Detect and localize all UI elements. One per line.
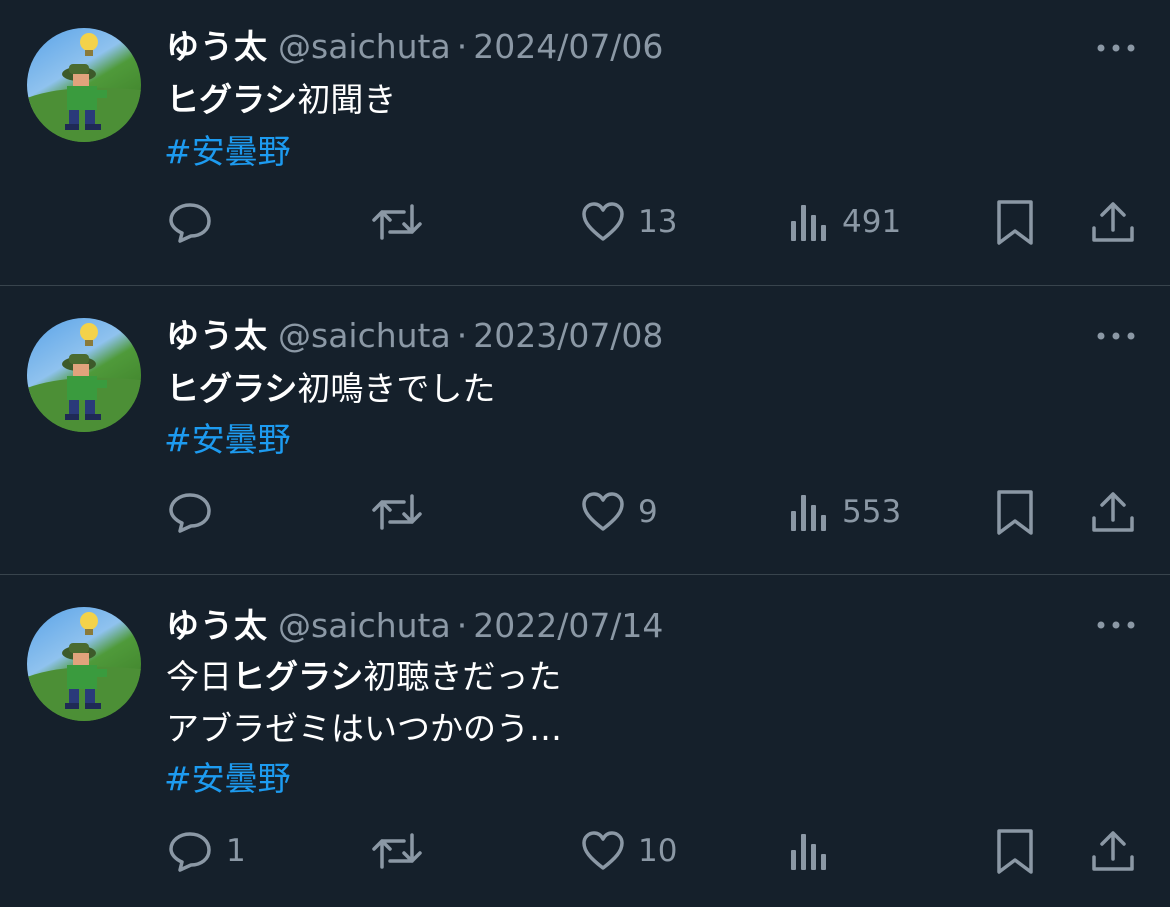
user-handle[interactable]: @saichuta: [278, 606, 451, 645]
retweet-icon: [372, 494, 422, 530]
separator: ·: [456, 606, 468, 645]
tweet-header: ゆう太 @saichuta · 2023/07/08: [166, 316, 663, 356]
bookmark-button[interactable]: [994, 826, 1036, 876]
reply-button[interactable]: [166, 487, 226, 537]
tweet-header: ゆう太 @saichuta · 2022/07/14: [166, 606, 663, 646]
tweet-header: ゆう太 @saichuta · 2024/07/06: [166, 27, 663, 67]
tweet-text-pre: 今日: [166, 657, 232, 696]
like-button[interactable]: 9: [580, 487, 658, 537]
retweet-button[interactable]: [370, 197, 424, 247]
tweet-text-bold: ヒグラシ: [232, 657, 364, 696]
avatar[interactable]: [27, 607, 141, 721]
retweet-button[interactable]: [370, 487, 424, 537]
more-horizontal-icon: [1097, 44, 1135, 52]
tweet-text-rest: 初聴きだった: [363, 657, 562, 696]
retweet-icon: [372, 833, 422, 869]
share-icon: [1092, 831, 1134, 871]
user-handle[interactable]: @saichuta: [278, 316, 451, 355]
views-chart-icon: [791, 495, 826, 531]
tweet-date[interactable]: 2024/07/06: [473, 27, 663, 66]
heart-icon: [582, 492, 624, 531]
views-chart-icon: [791, 205, 826, 241]
views-count: 553: [842, 494, 902, 530]
reply-count: 1: [226, 833, 246, 869]
tweet-text-bold: ヒグラシ: [166, 369, 298, 408]
reply-icon: [169, 203, 211, 243]
tweet-text-bold: ヒグラシ: [166, 80, 298, 119]
like-count: 9: [638, 494, 658, 530]
tweet[interactable]: ゆう太 @saichuta · 2023/07/08 ヒグラシ初鳴きでした #安曇野 …: [0, 286, 1170, 574]
bookmark-icon: [997, 200, 1033, 245]
bookmark-button[interactable]: [994, 197, 1036, 247]
tweet-date[interactable]: 2023/07/08: [473, 316, 663, 355]
retweet-icon: [372, 204, 422, 240]
tweet-text: ヒグラシ初聞き: [166, 74, 396, 126]
user-handle[interactable]: @saichuta: [278, 27, 451, 66]
tweet-text-rest: 初聞き: [297, 80, 397, 119]
like-button[interactable]: 13: [580, 197, 677, 247]
views-button[interactable]: 491: [788, 197, 901, 247]
views-button[interactable]: [788, 826, 842, 876]
reply-icon: [169, 493, 211, 533]
more-horizontal-icon: [1097, 621, 1135, 629]
share-button[interactable]: [1089, 826, 1137, 876]
views-button[interactable]: 553: [788, 487, 901, 537]
bookmark-button[interactable]: [994, 487, 1036, 537]
share-icon: [1092, 202, 1134, 242]
tweet-date[interactable]: 2022/07/14: [473, 606, 663, 645]
avatar[interactable]: [27, 318, 141, 432]
tweet[interactable]: ゆう太 @saichuta · 2024/07/06 ヒグラシ初聞き #安曇野 13 …: [0, 0, 1170, 285]
heart-icon: [582, 202, 624, 241]
views-chart-icon: [791, 834, 826, 870]
like-count: 10: [638, 833, 678, 869]
share-button[interactable]: [1089, 197, 1137, 247]
display-name[interactable]: ゆう太: [166, 27, 268, 66]
more-button[interactable]: [1094, 615, 1138, 635]
share-icon: [1092, 492, 1134, 532]
bookmark-icon: [997, 490, 1033, 535]
reply-button[interactable]: [166, 197, 226, 247]
like-count: 13: [638, 204, 678, 240]
more-button[interactable]: [1094, 38, 1138, 58]
tweet-text-rest: 初鳴きでした: [297, 369, 496, 408]
reply-button[interactable]: 1: [166, 826, 246, 876]
reply-icon: [169, 832, 211, 872]
more-button[interactable]: [1094, 326, 1138, 346]
heart-icon: [582, 831, 624, 870]
tweet-text: ヒグラシ初鳴きでした: [166, 363, 495, 415]
separator: ·: [456, 316, 468, 355]
like-button[interactable]: 10: [580, 826, 677, 876]
retweet-button[interactable]: [370, 826, 424, 876]
display-name[interactable]: ゆう太: [166, 316, 268, 355]
hashtag-link[interactable]: #安曇野: [164, 418, 291, 462]
avatar[interactable]: [27, 28, 141, 142]
hashtag-link[interactable]: #安曇野: [164, 757, 291, 801]
views-count: 491: [842, 204, 902, 240]
tweet-text: 今日ヒグラシ初聴きだった: [166, 651, 561, 703]
more-horizontal-icon: [1097, 332, 1135, 340]
tweet-text-line2: アブラゼミはいつかのう…: [166, 709, 562, 748]
separator: ·: [456, 27, 468, 66]
hashtag-link[interactable]: #安曇野: [164, 130, 291, 174]
bookmark-icon: [997, 829, 1033, 874]
tweet[interactable]: ゆう太 @saichuta · 2022/07/14 今日ヒグラシ初聴きだった アブラ…: [0, 575, 1170, 907]
share-button[interactable]: [1089, 487, 1137, 537]
display-name[interactable]: ゆう太: [166, 606, 268, 645]
